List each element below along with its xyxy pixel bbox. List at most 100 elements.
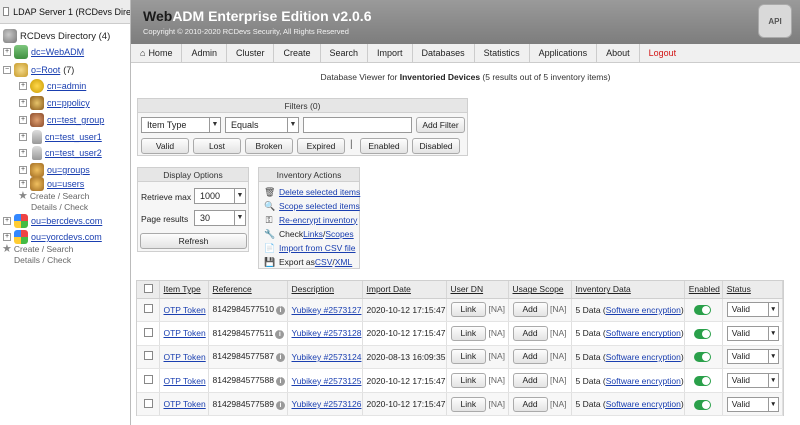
col-reference[interactable]: Reference bbox=[208, 281, 288, 299]
tree-item-cn-test-user1[interactable]: + cn=test_user1 bbox=[19, 129, 102, 145]
col-inventory-data[interactable]: Inventory Data bbox=[571, 281, 685, 299]
server-tab-checkbox[interactable] bbox=[3, 7, 10, 16]
tree-item-o-root[interactable]: − o=Root (7) bbox=[3, 62, 74, 78]
add-scope-button[interactable]: Add bbox=[512, 302, 548, 318]
expand-icon[interactable]: + bbox=[19, 149, 27, 157]
tree-item-cn-admin[interactable]: + cn=admin bbox=[19, 78, 86, 94]
description-link[interactable]: Yubikey #2573128 bbox=[292, 328, 362, 338]
add-filter-button[interactable]: Add Filter bbox=[416, 117, 465, 133]
nav-cluster[interactable]: Cluster bbox=[227, 43, 275, 63]
enabled-toggle[interactable] bbox=[693, 328, 711, 339]
tree-link-o-root[interactable]: o=Root bbox=[31, 65, 60, 75]
tree-link-cn-test-user2[interactable]: cn=test_user2 bbox=[45, 148, 102, 158]
row-checkbox[interactable] bbox=[144, 351, 153, 361]
tree-item-cn-ppolicy[interactable]: + cn=ppolicy bbox=[19, 95, 90, 111]
filter-disabled-button[interactable]: Disabled bbox=[412, 138, 460, 154]
nav-databases[interactable]: Databases bbox=[413, 43, 475, 63]
description-link[interactable]: Yubikey #2573127 bbox=[292, 305, 362, 315]
check-links-link[interactable]: Links bbox=[303, 229, 323, 239]
link-button[interactable]: Link bbox=[450, 349, 487, 365]
action-scope[interactable]: 🔍 Scope selected items bbox=[264, 199, 360, 212]
export-csv-link[interactable]: CSV bbox=[315, 257, 332, 267]
enabled-toggle[interactable] bbox=[693, 399, 711, 410]
tree-link-cn-test-user1[interactable]: cn=test_user1 bbox=[45, 132, 102, 142]
nav-applications[interactable]: Applications bbox=[530, 43, 598, 63]
tree-create-search-1[interactable]: ★ Create / Search Details / Check bbox=[18, 191, 89, 213]
retrieve-max-select[interactable]: 1000 ▼ bbox=[194, 188, 246, 204]
col-status[interactable]: Status bbox=[722, 281, 784, 299]
tree-link-ou-groups[interactable]: ou=groups bbox=[47, 165, 90, 175]
expand-icon[interactable]: + bbox=[19, 116, 27, 124]
nav-statistics[interactable]: Statistics bbox=[475, 43, 530, 63]
item-type-link[interactable]: OTP Token bbox=[164, 399, 206, 409]
encryption-link[interactable]: Software encryption bbox=[606, 352, 681, 362]
action-import[interactable]: 📄 Import from CSV file bbox=[264, 241, 356, 254]
link-button[interactable]: Link bbox=[450, 373, 487, 389]
item-type-link[interactable]: OTP Token bbox=[164, 328, 206, 338]
tree-item-dc-webadm[interactable]: + dc=WebADM bbox=[3, 44, 84, 60]
encryption-link[interactable]: Software encryption bbox=[606, 376, 681, 386]
status-select[interactable]: Valid ▼ bbox=[726, 373, 779, 389]
description-link[interactable]: Yubikey #2573125 bbox=[292, 376, 362, 386]
filter-value-input[interactable] bbox=[303, 117, 412, 133]
filter-field-select[interactable]: Item Type ▼ bbox=[141, 117, 221, 133]
tree-link-cn-ppolicy[interactable]: cn=ppolicy bbox=[47, 98, 90, 108]
col-description[interactable]: Description bbox=[287, 281, 363, 299]
add-scope-button[interactable]: Add bbox=[512, 373, 548, 389]
nav-search[interactable]: Search bbox=[321, 43, 369, 63]
enabled-toggle[interactable] bbox=[693, 352, 711, 363]
refresh-button[interactable]: Refresh bbox=[140, 233, 247, 249]
tree-item-ou-bercdevs[interactable]: + ou=bercdevs.com bbox=[3, 213, 102, 229]
tree-link-cn-admin[interactable]: cn=admin bbox=[47, 81, 86, 91]
tree-root[interactable]: RCDevs Directory (4) bbox=[3, 28, 110, 44]
tree-link-cn-test-group[interactable]: cn=test_group bbox=[47, 115, 104, 125]
filter-enabled-button[interactable]: Enabled bbox=[360, 138, 408, 154]
check-scopes-link[interactable]: Scopes bbox=[325, 229, 353, 239]
nav-admin[interactable]: Admin bbox=[182, 43, 227, 63]
filter-lost-button[interactable]: Lost bbox=[193, 138, 241, 154]
filter-valid-button[interactable]: Valid bbox=[141, 138, 189, 154]
expand-icon[interactable]: + bbox=[19, 180, 27, 188]
nav-about[interactable]: About bbox=[597, 43, 640, 63]
add-scope-button[interactable]: Add bbox=[512, 396, 548, 412]
encryption-link[interactable]: Software encryption bbox=[606, 328, 681, 338]
expand-icon[interactable]: + bbox=[3, 217, 11, 225]
encryption-link[interactable]: Software encryption bbox=[606, 399, 681, 409]
description-link[interactable]: Yubikey #2573124 bbox=[292, 352, 362, 362]
row-checkbox[interactable] bbox=[144, 398, 153, 408]
link-button[interactable]: Link bbox=[450, 325, 487, 341]
tree-create-search-2[interactable]: ★ Create / Search Details / Check bbox=[2, 244, 73, 266]
status-select[interactable]: Valid ▼ bbox=[726, 302, 779, 318]
nav-create[interactable]: Create bbox=[274, 43, 321, 63]
collapse-icon[interactable]: − bbox=[3, 66, 11, 74]
add-scope-button[interactable]: Add bbox=[512, 325, 548, 341]
col-user-dn[interactable]: User DN bbox=[446, 281, 509, 299]
col-import-date[interactable]: Import Date bbox=[362, 281, 447, 299]
info-icon[interactable]: i bbox=[275, 353, 285, 363]
expand-icon[interactable]: + bbox=[19, 166, 27, 174]
info-icon[interactable]: i bbox=[275, 306, 285, 316]
description-link[interactable]: Yubikey #2573126 bbox=[292, 399, 362, 409]
add-scope-button[interactable]: Add bbox=[512, 349, 548, 365]
action-reencrypt[interactable]: ⚿ Re-encrypt inventory bbox=[264, 213, 358, 226]
tree-item-ou-users[interactable]: + ou=users bbox=[19, 176, 84, 192]
link-button[interactable]: Link bbox=[450, 302, 487, 318]
row-checkbox[interactable] bbox=[144, 304, 153, 314]
filter-broken-button[interactable]: Broken bbox=[245, 138, 293, 154]
expand-icon[interactable]: + bbox=[3, 48, 11, 56]
expand-icon[interactable]: + bbox=[19, 82, 27, 90]
export-xml-link[interactable]: XML bbox=[335, 257, 352, 267]
item-type-link[interactable]: OTP Token bbox=[164, 305, 206, 315]
item-type-link[interactable]: OTP Token bbox=[164, 352, 206, 362]
expand-icon[interactable]: + bbox=[19, 99, 27, 107]
col-enabled[interactable]: Enabled bbox=[684, 281, 723, 299]
info-icon[interactable]: i bbox=[275, 400, 285, 410]
action-delete[interactable]: 🗑 Delete selected items bbox=[264, 185, 360, 198]
status-select[interactable]: Valid ▼ bbox=[726, 396, 779, 412]
link-button[interactable]: Link bbox=[450, 396, 487, 412]
info-icon[interactable]: i bbox=[275, 329, 285, 339]
col-usage-scope[interactable]: Usage Scope bbox=[508, 281, 572, 299]
tree-item-ou-yorcdevs[interactable]: + ou=yorcdevs.com bbox=[3, 229, 102, 245]
server-tab[interactable]: LDAP Server 1 (RCDevs Dire bbox=[0, 0, 130, 24]
filter-operator-select[interactable]: Equals ▼ bbox=[225, 117, 299, 133]
